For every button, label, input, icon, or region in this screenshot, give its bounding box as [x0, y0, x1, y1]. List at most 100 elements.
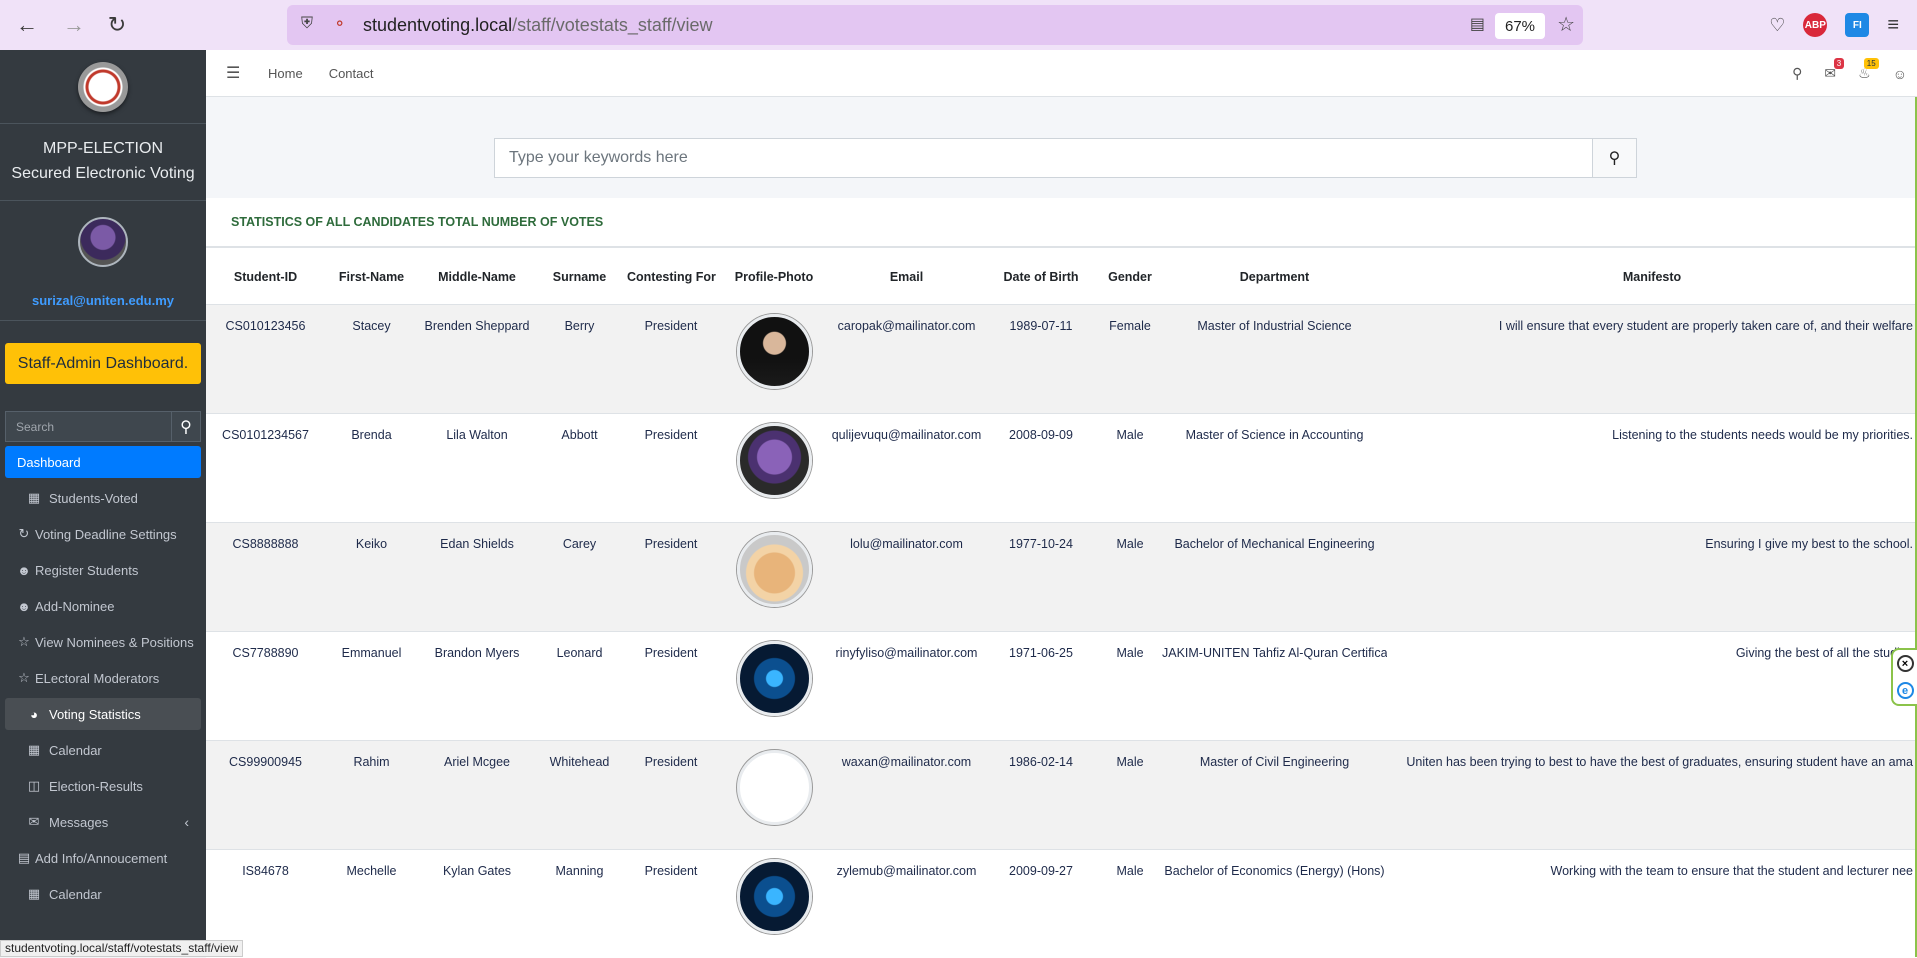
sidebar-item-calendar-2[interactable]: ▦ Calendar [5, 878, 201, 910]
nav-home-link[interactable]: Home [268, 66, 303, 81]
keyword-search-input[interactable] [494, 138, 1592, 178]
columns-icon: ◫ [27, 778, 41, 793]
department-cell: Master of Industrial Science [1162, 303, 1387, 413]
sidebar-item-students-voted[interactable]: ▦ Students-Voted [5, 482, 201, 514]
close-icon[interactable]: × [1896, 655, 1914, 672]
sidebar-item-calendar[interactable]: ▦ Calendar [5, 734, 201, 766]
sidebar-item-voting-deadline-settings[interactable]: ↻ Voting Deadline Settings [5, 518, 201, 550]
table-row: CS7788890 Emmanuel Brandon Myers Leonard Pre… [206, 630, 1917, 740]
first-name-cell: Mechelle [325, 848, 418, 958]
reader-view-icon[interactable]: ▤ [1470, 14, 1485, 34]
contesting-for-cell: President [623, 303, 719, 413]
gender-cell: Female [1098, 303, 1162, 413]
manifesto-cell: Ensuring I give my best to the school. [1387, 521, 1917, 631]
middle-name-cell: Brenden Sheppard [418, 303, 536, 413]
zoom-level[interactable]: 67% [1495, 13, 1545, 39]
sidebar-item-add-info[interactable]: ▤ Add Info/Annoucement [5, 842, 201, 874]
sidebar-search-button[interactable]: ⚲ [171, 412, 200, 441]
manifesto-cell: I will ensure that every student are pro… [1387, 303, 1917, 413]
forward-button[interactable]: → [57, 8, 91, 42]
chevron-left-icon[interactable]: ‹ [184, 814, 189, 830]
brand[interactable] [0, 50, 206, 124]
sidebar-item-label: Add Info/Annoucement [35, 850, 168, 866]
top-navbar: ☰ Home Contact ⚲ ✉ 3 ♨ 15 ☺ [206, 50, 1917, 97]
column-header[interactable]: Manifesto [1387, 250, 1917, 304]
reload-button[interactable]: ↻ [100, 8, 134, 42]
table-body: CS010123456 Stacey Brenden Sheppard Berry Pr… [206, 303, 1917, 958]
first-name-cell: Rahim [325, 739, 418, 849]
middle-name-cell: Lila Walton [418, 412, 536, 522]
avatar[interactable] [78, 217, 128, 267]
contesting-for-cell: President [623, 630, 719, 740]
comments-icon[interactable]: ✉ 3 [1824, 58, 1845, 82]
sidebar-item-add-nominee[interactable]: ☻ Add-Nominee [5, 590, 201, 622]
sidebar-search-input[interactable] [6, 412, 171, 441]
sidebar-item-electoral-moderators[interactable]: ☆ ELectoral Moderators [5, 662, 201, 694]
column-header[interactable]: Profile-Photo [719, 250, 829, 304]
column-header[interactable]: Contesting For [623, 250, 719, 304]
back-button[interactable]: ← [10, 8, 44, 42]
nav-contact-link[interactable]: Contact [329, 66, 374, 81]
sidebar-item-messages[interactable]: ✉ Messages ‹ [5, 806, 201, 838]
adblock-icon[interactable]: ABP [1803, 13, 1828, 37]
sidebar-item-label: Calendar [49, 886, 102, 902]
user-email[interactable]: surizal@uniten.edu.my [0, 293, 206, 308]
profile-photo[interactable] [736, 749, 812, 825]
sidebar-item-label: Voting Deadline Settings [35, 526, 177, 542]
shield-icon[interactable]: ⛨ [301, 15, 313, 33]
column-header[interactable]: Student-ID [206, 250, 325, 304]
column-header[interactable]: Gender [1098, 250, 1162, 304]
sidebar-item-election-results[interactable]: ◫ Election-Results [5, 770, 201, 802]
sidebar-item-label: Election-Results [49, 778, 143, 794]
middle-name-cell: Ariel Mcgee [418, 739, 536, 849]
lock-icon[interactable]: ⚬ [333, 14, 346, 34]
messages-badge: 3 [1833, 58, 1845, 69]
surname-cell: Abbott [536, 412, 623, 522]
profile-photo[interactable] [736, 313, 812, 389]
table-header-row: Student-ID First-Name Middle-Name Surnam… [206, 250, 1917, 304]
profile-photo-cell [719, 303, 829, 413]
column-header[interactable]: Surname [536, 250, 623, 304]
brand-line1: MPP-ELECTION [42, 140, 163, 157]
user-plus-icon: ☻ [17, 598, 31, 614]
column-header[interactable]: Middle-Name [418, 250, 536, 304]
column-header[interactable]: Date of Birth [984, 250, 1098, 304]
column-header[interactable]: Email [829, 250, 984, 304]
gender-cell: Male [1098, 412, 1162, 522]
profile-photo[interactable] [736, 858, 812, 934]
manifesto-cell: Giving the best of all the studies [1387, 630, 1917, 740]
profile-photo[interactable] [736, 531, 812, 607]
calendar-icon: ▦ [27, 886, 41, 901]
middle-name-cell: Brandon Myers [418, 630, 536, 740]
surname-cell: Manning [536, 848, 623, 958]
email-cell: zylemub@mailinator.com [829, 848, 984, 958]
address-bar[interactable]: ⛨ ⚬ studentvoting.local/staff/votestats_… [287, 5, 1583, 45]
bell-icon[interactable]: ♨ 15 [1858, 58, 1879, 82]
keyword-search-button[interactable]: ⚲ [1592, 138, 1637, 178]
hamburger-icon[interactable]: ☰ [226, 63, 240, 83]
menu-icon[interactable]: ≡ [1887, 14, 1899, 37]
sidebar-item-dashboard[interactable]: Dashboard [5, 446, 201, 478]
dob-cell: 1989-07-11 [984, 303, 1098, 413]
card-title: STATISTICS OF ALL CANDIDATES TOTAL NUMBE… [206, 198, 1917, 248]
brand-logo[interactable] [78, 61, 128, 112]
pocket-icon[interactable]: ♡ [1769, 15, 1785, 36]
profile-photo[interactable] [736, 640, 812, 716]
url-text[interactable]: studentvoting.local/staff/votestats_staf… [363, 15, 713, 36]
column-header[interactable]: Department [1162, 250, 1387, 304]
staff-admin-dashboard-button[interactable]: Staff-Admin Dashboard. [5, 343, 201, 384]
sidebar-item-view-nominees[interactable]: ☆ View Nominees & Positions [5, 626, 201, 658]
edge-extension-icon[interactable]: e [1896, 682, 1914, 699]
column-header[interactable]: First-Name [325, 250, 418, 304]
fi-extension-icon[interactable]: FI [1845, 13, 1870, 37]
contesting-for-cell: President [623, 412, 719, 522]
search-icon[interactable]: ⚲ [1792, 65, 1802, 82]
email-cell: rinyfyliso@mailinator.com [829, 630, 984, 740]
bookmark-star-icon[interactable]: ☆ [1557, 12, 1575, 37]
profile-photo-cell [719, 739, 829, 849]
sidebar-item-register-students[interactable]: ☻ Register Students [5, 554, 201, 586]
profile-photo[interactable] [736, 422, 812, 498]
sidebar-item-voting-statistics[interactable]: ◕ Voting Statistics [5, 698, 201, 730]
star-icon: ☆ [18, 670, 30, 685]
user-icon[interactable]: ☺ [1893, 66, 1907, 82]
